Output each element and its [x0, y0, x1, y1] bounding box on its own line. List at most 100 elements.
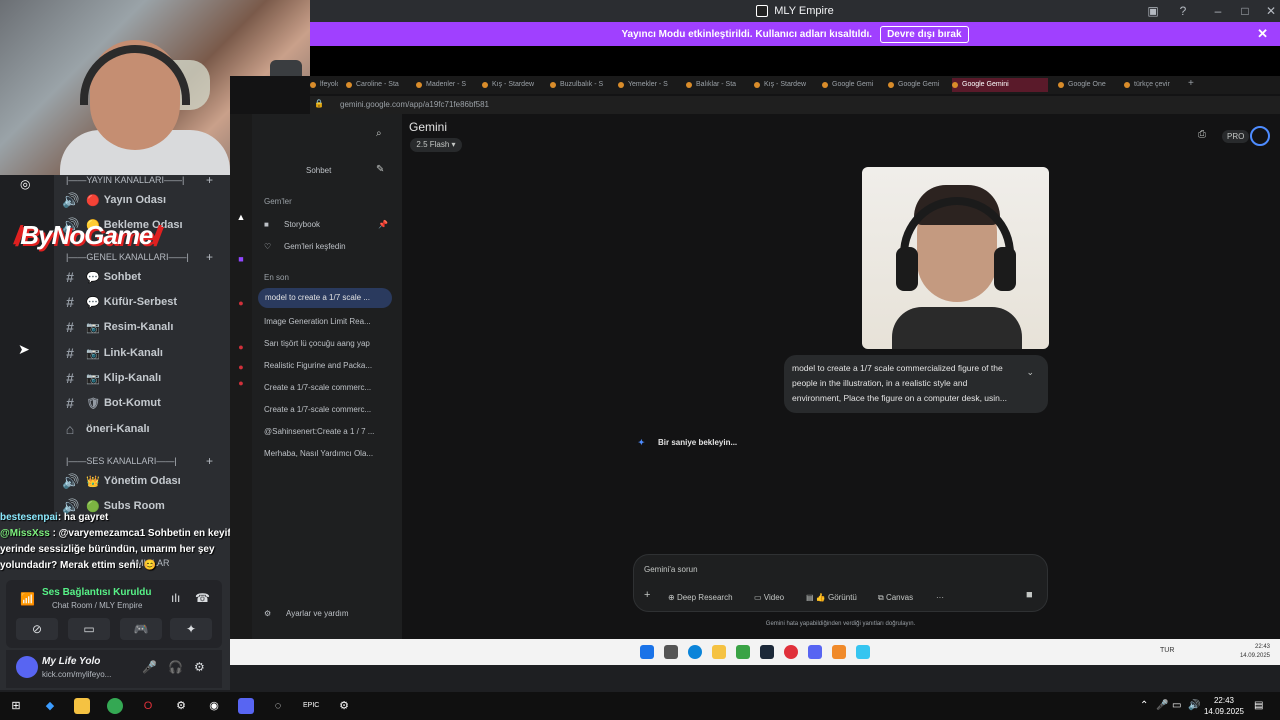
headphones-icon[interactable]: 🎧: [168, 660, 183, 674]
close-icon[interactable]: ✕: [1263, 3, 1279, 19]
epic-icon[interactable]: EPIC: [303, 698, 319, 714]
discord-icon[interactable]: [238, 698, 254, 714]
channel-sohbet[interactable]: # 💬 Sohbet: [62, 267, 141, 287]
recent-chat[interactable]: Image Generation Limit Rea...: [264, 317, 371, 326]
settings-help-link[interactable]: Ayarlar ve yardım: [286, 609, 349, 618]
notification-icon[interactable]: ▤: [1254, 700, 1263, 711]
browser-tab[interactable]: Buzulbalık - S: [550, 78, 608, 92]
avatar[interactable]: [16, 656, 38, 678]
soundboard-icon[interactable]: ılı: [171, 591, 180, 605]
edge-icon[interactable]: [688, 645, 702, 659]
lang-indicator[interactable]: TUR: [1160, 647, 1174, 654]
channel-link-kanali[interactable]: # 📷 Link-Kanalı: [62, 343, 163, 363]
start-icon[interactable]: ⊞: [8, 698, 24, 714]
canvas-button[interactable]: ⧉ Canvas: [878, 593, 913, 603]
user-name[interactable]: My Life Yolo: [42, 656, 100, 667]
video-off-button[interactable]: ⊘: [16, 618, 58, 640]
recent-chat[interactable]: Create a 1/7-scale commerc...: [264, 383, 371, 392]
inbox-icon[interactable]: ▣: [1145, 3, 1161, 19]
gemini-title[interactable]: Gemini: [409, 120, 447, 134]
new-chat-label[interactable]: Sohbet: [306, 166, 331, 175]
steam-icon[interactable]: ⚙: [173, 698, 189, 714]
steam-icon[interactable]: [760, 645, 774, 659]
rail-app-icon[interactable]: ●: [236, 298, 246, 308]
clock[interactable]: 22:43 14.09.2025: [1204, 695, 1244, 717]
account-avatar[interactable]: [1250, 126, 1270, 146]
browser-tab[interactable]: lfeyolo: [310, 78, 338, 92]
channel-yonetim-odasi[interactable]: 🔊 👑 Yönetim Odası: [62, 471, 181, 491]
recent-chat[interactable]: @Sahinsenert:Create a 1 / 7 ...: [264, 427, 374, 436]
recent-chat[interactable]: Merhaba, Nasıl Yardımcı Ola...: [264, 449, 373, 458]
discover-icon[interactable]: ◎: [20, 177, 30, 191]
volume-icon[interactable]: 🔊: [1188, 700, 1200, 711]
browser-tab[interactable]: Google Gemi: [888, 78, 944, 92]
deep-research-button[interactable]: ⊕ Deep Research: [668, 593, 733, 602]
chevron-down-icon[interactable]: ⌄: [1026, 365, 1034, 380]
obs-icon[interactable]: ◉: [206, 698, 222, 714]
help-icon[interactable]: ?: [1175, 3, 1191, 19]
network-icon[interactable]: ▭: [1172, 700, 1181, 711]
rail-a-icon[interactable]: ▲: [236, 212, 246, 222]
model-selector[interactable]: 2.5 Flash ▾: [410, 138, 462, 152]
minimize-icon[interactable]: –: [1210, 3, 1226, 19]
add-channel-icon[interactable]: +: [206, 173, 213, 187]
gem-storybook[interactable]: Storybook: [284, 220, 320, 229]
url-text[interactable]: gemini.google.com/app/a19fc71fe86bf581: [340, 100, 489, 109]
inner-clock[interactable]: 22:43 14.09.2025: [1240, 643, 1270, 661]
app-icon[interactable]: ◌: [270, 698, 286, 714]
settings-gear-icon[interactable]: ⚙: [264, 609, 271, 618]
channel-resim-kanali[interactable]: # 📷 Resim-Kanalı: [62, 317, 173, 337]
address-bar[interactable]: 🔒 gemini.google.com/app/a19fc71fe86bf581: [310, 96, 1280, 114]
screen-share-button[interactable]: ▭: [68, 618, 110, 640]
add-channel-icon[interactable]: +: [206, 250, 213, 264]
channel-yayin-odasi[interactable]: 🔊 🔴 Yayın Odası: [62, 190, 166, 210]
windows-icon[interactable]: [640, 645, 654, 659]
category-voice[interactable]: |——SES KANALLARI——| +: [66, 454, 213, 468]
browser-tab-active[interactable]: Google Gemini: [952, 78, 1048, 92]
video-button[interactable]: ▭ Video: [754, 593, 784, 602]
voice-status[interactable]: Ses Bağlantısı Kuruldu: [42, 587, 151, 598]
pro-badge[interactable]: PRO: [1222, 130, 1250, 143]
new-tab-icon[interactable]: +: [1188, 78, 1194, 89]
browser-tab[interactable]: Balıklar - Sta: [686, 78, 742, 92]
browser-tab[interactable]: Madenler - S: [416, 78, 472, 92]
new-chat-icon[interactable]: ✎: [376, 164, 384, 175]
channel-bot-komut[interactable]: # 🛡 Bot-Komut: [62, 393, 161, 413]
browser-tab[interactable]: türkçe çevir: [1124, 78, 1186, 92]
browser-tab[interactable]: Google One: [1058, 78, 1112, 92]
search-icon[interactable]: ⌕: [376, 128, 382, 139]
category-general[interactable]: |——GENEL KANALLARI——| +: [66, 250, 213, 264]
browser-tab[interactable]: Kış - Stardew: [482, 78, 538, 92]
maximize-icon[interactable]: □: [1237, 3, 1253, 19]
banner-close-icon[interactable]: ✕: [1257, 26, 1268, 42]
add-channel-icon[interactable]: +: [206, 454, 213, 468]
disconnect-icon[interactable]: ☎: [195, 591, 210, 605]
disable-streamer-mode-button[interactable]: Devre dışı bırak: [880, 25, 969, 43]
app-icon[interactable]: [856, 645, 870, 659]
recent-chat[interactable]: Realistic Figurine and Packa...: [264, 361, 372, 370]
steam-icon[interactable]: ⚙: [336, 698, 352, 714]
prompt-input[interactable]: Gemini'a sorun: [644, 565, 698, 574]
browser-tab[interactable]: Caroline - Sta: [346, 78, 402, 92]
opera-icon[interactable]: [784, 645, 798, 659]
rail-app-icon[interactable]: ●: [236, 342, 246, 352]
recent-chat[interactable]: Sarı tişört lü çocuğu aang yap: [264, 339, 370, 348]
printer-icon[interactable]: ⎙: [1198, 129, 1206, 140]
pin-icon[interactable]: 📌: [378, 220, 388, 229]
rail-app-icon[interactable]: ●: [236, 362, 246, 372]
category-stream[interactable]: |——YAYIN KANALLARI——| +: [66, 173, 213, 187]
opera-icon[interactable]: O: [140, 698, 156, 714]
add-icon[interactable]: +: [644, 589, 650, 601]
image-button[interactable]: ▤ 👍 Görüntü: [806, 593, 857, 602]
channel-kufur-serbest[interactable]: # 💬 Küfür-Serbest: [62, 292, 177, 312]
voice-channel[interactable]: Chat Room / MLY Empire: [52, 601, 142, 610]
browser-tab[interactable]: Yemekler - S: [618, 78, 676, 92]
discord-icon[interactable]: [808, 645, 822, 659]
channel-oneri-kanali[interactable]: ⌂ öneri-Kanalı: [62, 419, 150, 439]
tray-expand-icon[interactable]: ⌃: [1140, 700, 1148, 711]
twitch-icon[interactable]: ■: [236, 254, 246, 264]
folder-icon[interactable]: [74, 698, 90, 714]
recent-chat[interactable]: Create a 1/7-scale commerc...: [264, 405, 371, 414]
activity-button[interactable]: 🎮: [120, 618, 162, 640]
folder-icon[interactable]: [712, 645, 726, 659]
